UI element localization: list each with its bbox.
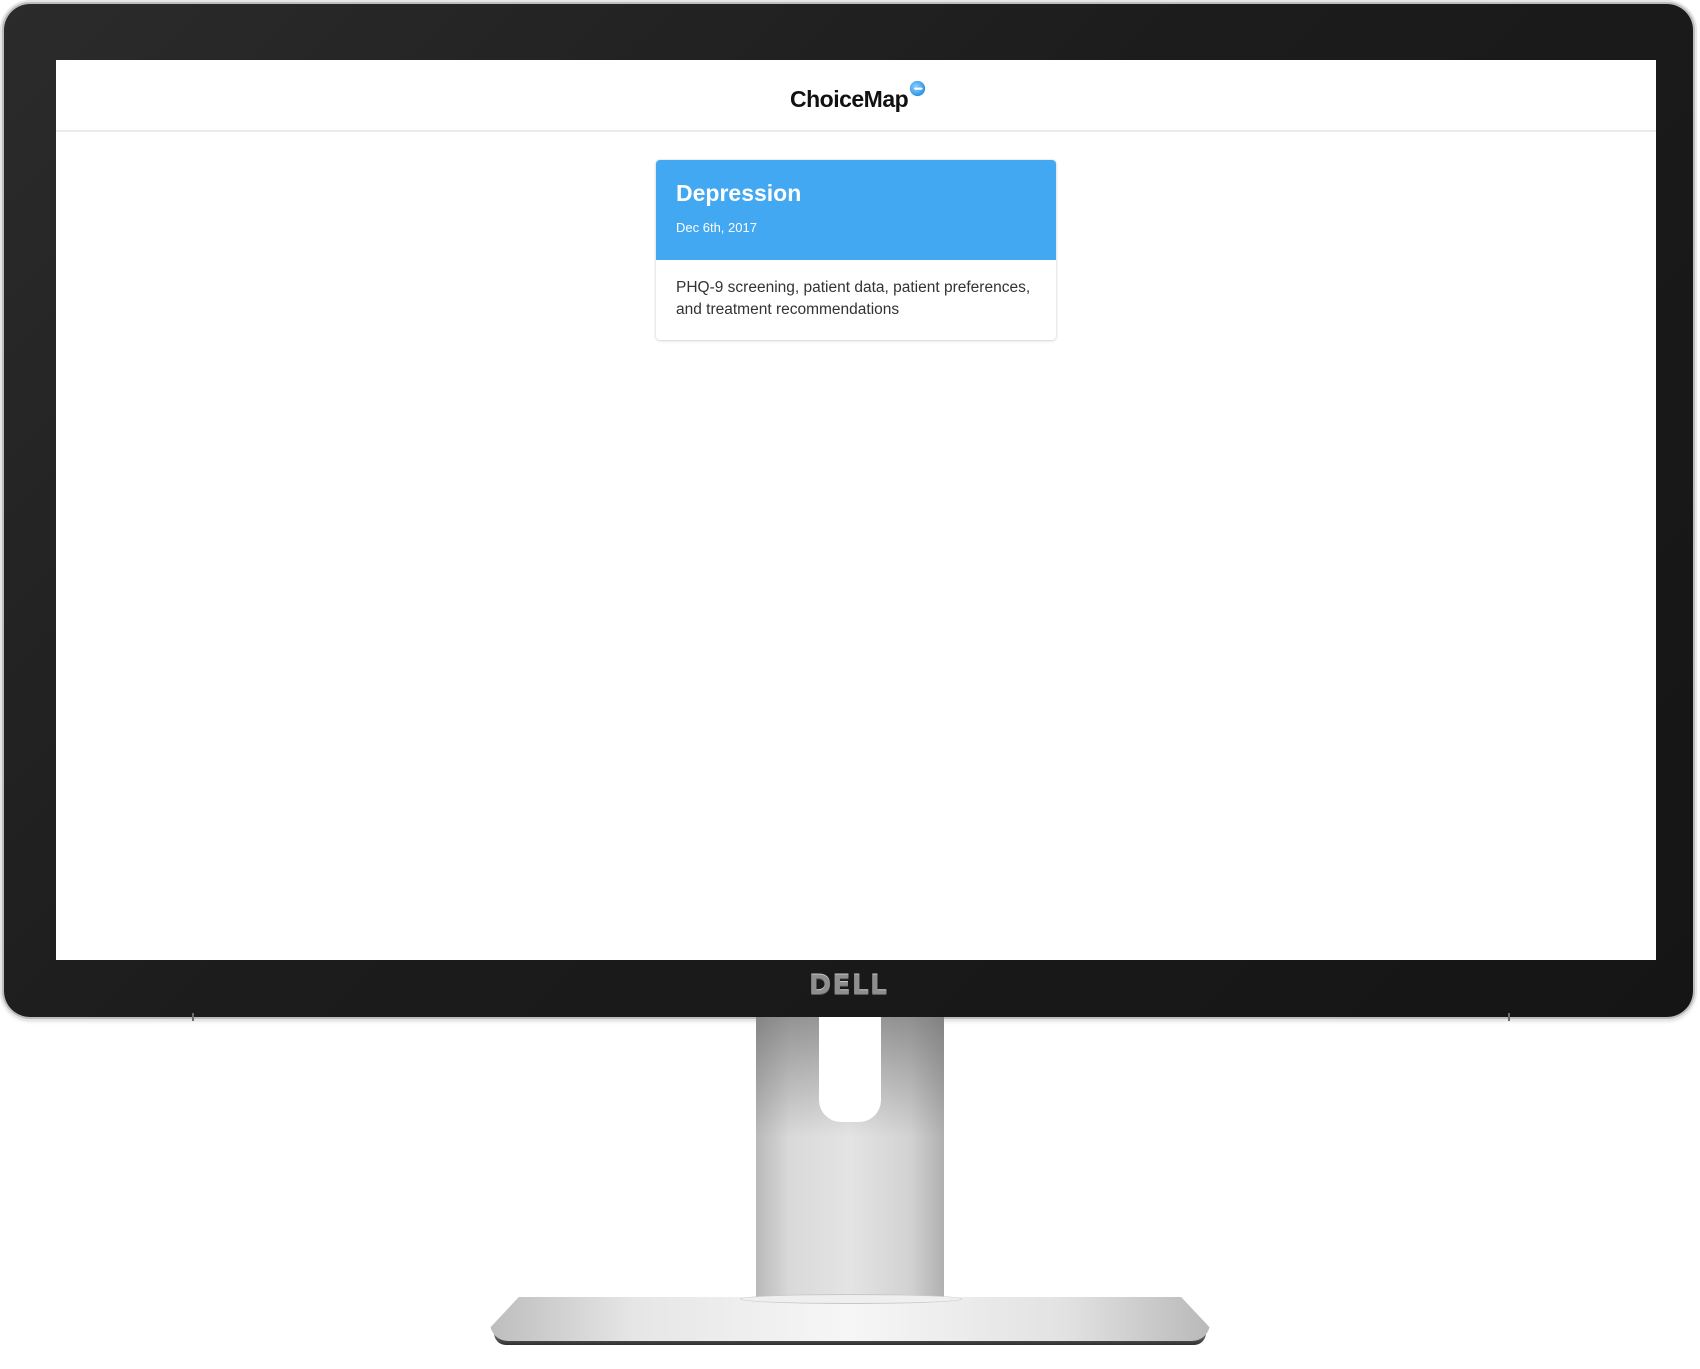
card-title: Depression xyxy=(676,180,802,206)
choicemap-logo[interactable]: ChoiceMap xyxy=(790,80,926,114)
monitor-mockup: ChoiceMap Depression Dec 6th, 2017 PHQ-9… xyxy=(0,0,1700,1369)
card-description: PHQ-9 screening, patient data, patient p… xyxy=(676,279,1031,318)
choicemap-logo-icon xyxy=(910,80,926,97)
monitor-bezel: ChoiceMap Depression Dec 6th, 2017 PHQ-9… xyxy=(4,4,1693,1017)
app-header: ChoiceMap xyxy=(56,60,1656,132)
bezel-tick-right xyxy=(1508,1013,1510,1021)
dell-logo: DELL xyxy=(808,970,889,1001)
stand-base-ring xyxy=(740,1294,962,1304)
monitor-screen: ChoiceMap Depression Dec 6th, 2017 PHQ-9… xyxy=(56,60,1656,960)
decision-aid-card[interactable]: Depression Dec 6th, 2017 PHQ-9 screening… xyxy=(656,160,1056,340)
bezel-tick-left xyxy=(192,1013,194,1021)
logo-text: ChoiceMap xyxy=(790,86,909,112)
card-header: Depression Dec 6th, 2017 xyxy=(656,160,1056,260)
card-date: Dec 6th, 2017 xyxy=(676,220,757,235)
stand-cable-slot xyxy=(819,1017,881,1122)
